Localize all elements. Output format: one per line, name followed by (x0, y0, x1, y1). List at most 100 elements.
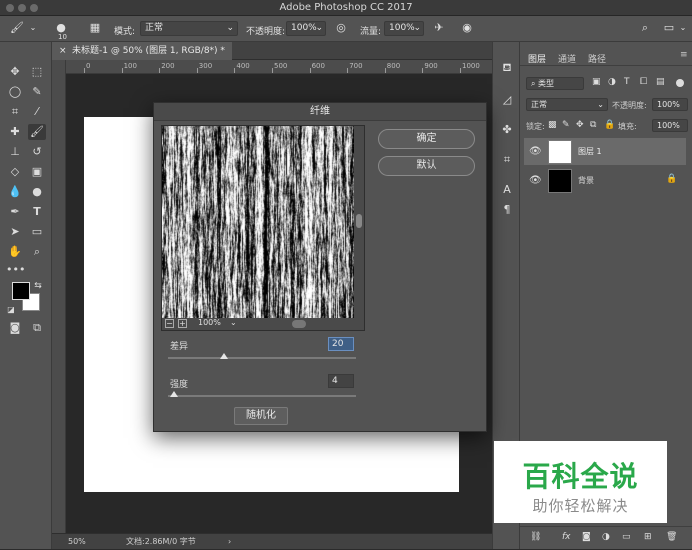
smart-object-filter-icon[interactable]: ▤ (656, 77, 665, 87)
filter-preview[interactable]: − + 100% ⌄ (161, 125, 365, 331)
crop-tool-icon[interactable]: ⌗ (6, 104, 24, 120)
eyedropper-tool-icon[interactable]: ⁄ (28, 104, 46, 120)
flow-input[interactable]: 100% ⌄ (384, 21, 424, 36)
pressure-size-icon[interactable]: ◉ (460, 21, 474, 35)
path-select-tool-icon[interactable]: ➤ (6, 224, 24, 240)
preview-zoom-value[interactable]: 100% (198, 318, 221, 327)
layer-row-background[interactable]: 👁 背景 🔒 (524, 167, 686, 194)
variance-slider-track[interactable] (168, 357, 356, 359)
clone-stamp-tool-icon[interactable]: ⊥ (6, 144, 24, 160)
lock-artboard-icon[interactable]: ⧉ (590, 120, 596, 130)
chevron-down-icon[interactable]: ⌄ (230, 318, 237, 327)
adjustment-filter-icon[interactable]: ◑ (608, 77, 616, 87)
opacity-input[interactable]: 100% ⌄ (286, 21, 326, 36)
lasso-tool-icon[interactable]: ◯ (6, 84, 24, 100)
zoom-out-icon[interactable]: − (165, 319, 174, 328)
move-tool-icon[interactable]: ✥ (6, 64, 24, 80)
dodge-tool-icon[interactable]: ● (28, 184, 46, 200)
tab-layers[interactable]: 图层 (528, 52, 546, 65)
status-zoom[interactable]: 50% (68, 534, 86, 550)
eraser-tool-icon[interactable]: ◇ (6, 164, 24, 180)
rectangle-tool-icon[interactable]: ▭ (28, 224, 46, 240)
history-brush-tool-icon[interactable]: ↺ (28, 144, 46, 160)
quick-select-tool-icon[interactable]: ✎ (28, 84, 46, 100)
strength-input[interactable]: 4 (328, 374, 354, 388)
chevron-down-icon[interactable]: ⌄ (676, 21, 690, 35)
screen-mode-icon[interactable]: ⧉ (28, 320, 46, 336)
airbrush-icon[interactable]: ✈ (432, 21, 446, 35)
trash-icon[interactable]: 🗑 (666, 532, 677, 542)
libraries-panel-icon[interactable]: ✤ (499, 122, 515, 138)
layer-opacity-input[interactable]: 100% (652, 98, 688, 111)
pen-tool-icon[interactable]: ✒ (6, 204, 24, 220)
layer-row-layer1[interactable]: 👁 图层 1 (524, 138, 686, 165)
type-filter-icon[interactable]: T (624, 77, 630, 87)
panel-menu-icon[interactable]: ≡ (680, 50, 688, 60)
chevron-down-icon[interactable]: ⌄ (26, 21, 40, 35)
tab-paths[interactable]: 路径 (588, 52, 606, 65)
type-tool-icon[interactable]: T (28, 204, 46, 220)
blur-tool-icon[interactable]: 💧 (6, 184, 24, 200)
shape-filter-icon[interactable]: ⧠ (640, 77, 647, 87)
brush-tool-icon[interactable]: 🖌 (28, 124, 46, 140)
layer-style-icon[interactable]: fx (562, 532, 571, 542)
search-icon[interactable]: ⌕ (638, 21, 652, 35)
pixel-filter-icon[interactable]: ▣ (592, 77, 601, 87)
minimize-window-icon[interactable] (18, 4, 26, 12)
visibility-eye-icon[interactable]: 👁 (529, 175, 542, 186)
variance-slider-knob[interactable] (220, 353, 229, 359)
maximize-window-icon[interactable] (30, 4, 38, 12)
adjustment-layer-icon[interactable]: ◑ (602, 532, 610, 542)
zoom-tool-icon[interactable]: ⌕ (28, 244, 46, 260)
document-tab[interactable]: × 未标题-1 @ 50% (图层 1, RGB/8*) * (52, 42, 232, 60)
quick-mask-icon[interactable]: ◙ (6, 320, 24, 336)
character-panel-icon[interactable]: A (499, 182, 515, 198)
layer-filter-select[interactable]: ⌕ 类型 (526, 77, 584, 90)
preview-scrollbar-v[interactable] (354, 126, 364, 318)
visibility-eye-icon[interactable]: 👁 (529, 146, 542, 157)
lock-transparent-icon[interactable]: ▩ (548, 120, 557, 130)
preview-scroll-thumb[interactable] (356, 214, 362, 228)
chevron-right-icon[interactable]: › (228, 534, 231, 550)
blend-mode-select[interactable]: 正常 ⌄ (526, 98, 608, 111)
crop-panel-icon[interactable]: ⌗ (499, 152, 515, 168)
layer-name[interactable]: 背景 (578, 175, 594, 186)
zoom-in-icon[interactable]: + (178, 319, 187, 328)
ok-button[interactable]: 确定 (378, 129, 475, 149)
pressure-opacity-icon[interactable]: ◎ (334, 21, 348, 35)
randomize-button[interactable]: 随机化 (234, 407, 288, 425)
lock-all-icon[interactable]: 🔒 (604, 120, 615, 130)
healing-brush-tool-icon[interactable]: ✚ (6, 124, 24, 140)
hand-tool-icon[interactable]: ✋ (6, 244, 24, 260)
strength-slider-track[interactable] (168, 395, 356, 397)
layer-name[interactable]: 图层 1 (578, 146, 602, 157)
marquee-tool-icon[interactable]: ⬚ (28, 64, 46, 80)
link-layers-icon[interactable]: ⛓ (530, 532, 541, 542)
fill-input[interactable]: 100% (652, 119, 688, 132)
preview-scroll-thumb-h[interactable] (292, 320, 306, 328)
workspace-icon[interactable]: ▭ (662, 21, 676, 35)
default-colors-icon[interactable]: ◪ (6, 302, 16, 318)
filter-toggle-icon[interactable] (676, 79, 684, 87)
foreground-color-swatch[interactable] (12, 282, 30, 300)
strength-slider-knob[interactable] (169, 391, 178, 397)
brush-panel-icon[interactable]: ▦ (88, 21, 102, 35)
variance-input[interactable]: 20 (328, 337, 354, 351)
default-button[interactable]: 默认 (378, 156, 475, 176)
swap-colors-icon[interactable]: ⇆ (32, 278, 44, 294)
layer-mask-icon[interactable]: ◙ (582, 532, 591, 542)
close-window-icon[interactable] (6, 4, 14, 12)
paragraph-panel-icon[interactable]: ¶ (499, 202, 515, 218)
more-tools-icon[interactable]: ••• (6, 262, 25, 278)
history-panel-icon[interactable]: ⛾ (499, 60, 515, 76)
lock-pixels-icon[interactable]: ✎ (562, 120, 570, 130)
new-layer-icon[interactable]: ⊞ (644, 532, 652, 542)
adjustments-panel-icon[interactable]: ◿ (499, 92, 515, 108)
mode-select[interactable]: 正常 ⌄ (140, 21, 238, 36)
gradient-tool-icon[interactable]: ▣ (28, 164, 46, 180)
close-tab-icon[interactable]: × (59, 42, 67, 60)
tab-channels[interactable]: 通道 (558, 52, 576, 65)
brush-tool-icon[interactable]: 🖌 (10, 21, 24, 35)
group-icon[interactable]: ▭ (622, 532, 631, 542)
lock-position-icon[interactable]: ✥ (576, 120, 584, 130)
